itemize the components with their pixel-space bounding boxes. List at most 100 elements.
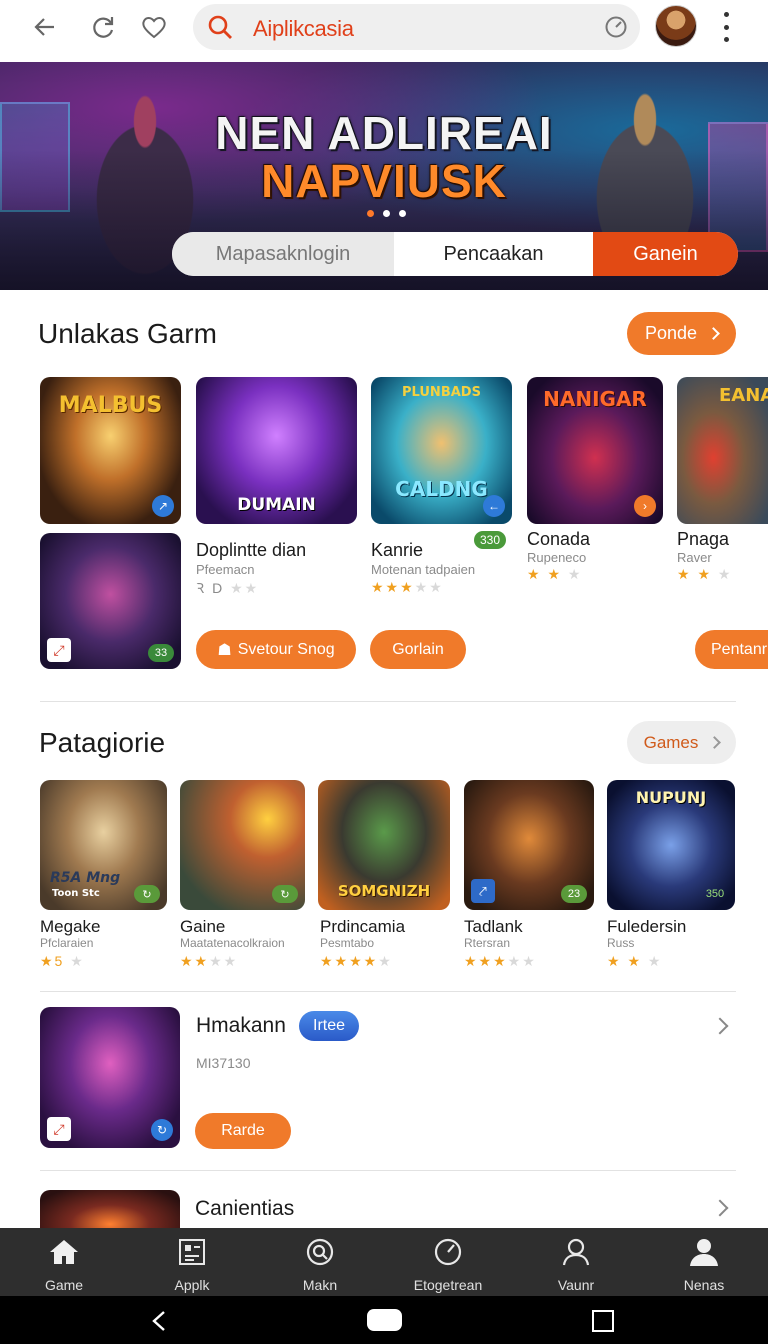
- hero-banner[interactable]: NEN ADLIREAI NAPVIUSK Mapasaknlogin Penc…: [0, 62, 768, 290]
- back-arrow-icon[interactable]: [28, 10, 62, 44]
- badge-icon: ←: [483, 495, 505, 517]
- badge-icon: ›: [634, 495, 656, 517]
- avatar[interactable]: [655, 5, 697, 47]
- segment-tab-3[interactable]: Ganein: [593, 232, 738, 276]
- chevron-right-icon: [708, 736, 722, 749]
- game-tile[interactable]: R5A Mng Toon Stc ↻: [40, 780, 167, 910]
- search-bar[interactable]: Aiplikcasia: [193, 4, 640, 50]
- game-title[interactable]: Pnaga: [677, 529, 729, 550]
- badge-icon: ↻: [272, 885, 298, 903]
- game-tile[interactable]: EANA: [677, 377, 768, 524]
- game-logo-text: SOMGNIZH: [337, 882, 431, 900]
- game-subtitle: Pfeemacn: [196, 562, 255, 577]
- nav-label: Etogetrean: [413, 1277, 483, 1293]
- game-subtitle: Russ: [607, 936, 635, 950]
- game-artwork: [40, 1190, 180, 1228]
- system-navigation-bar: [0, 1296, 768, 1344]
- badge-icon: ↻: [134, 885, 160, 903]
- more-vertical-icon[interactable]: [716, 12, 736, 42]
- rating-text: Ꝛ D: [196, 580, 225, 596]
- badge-icon: ↗: [152, 495, 174, 517]
- segment-tab-1[interactable]: Mapasaknlogin: [172, 232, 394, 276]
- nav-item-user[interactable]: Vaunr: [512, 1228, 640, 1296]
- divider: [40, 701, 736, 702]
- profile-icon: [688, 1238, 720, 1271]
- nav-item-categories[interactable]: Etogetrean: [384, 1228, 512, 1296]
- refresh-icon[interactable]: [86, 10, 120, 44]
- game-tile[interactable]: NANIGAR ›: [527, 377, 663, 524]
- game-tile[interactable]: ⤢ 33: [40, 533, 181, 669]
- row-title[interactable]: Canientias: [195, 1197, 294, 1221]
- heart-icon[interactable]: [137, 10, 171, 44]
- nav-label: Nenas: [683, 1277, 725, 1293]
- nav-item-apps[interactable]: Applk: [128, 1228, 256, 1296]
- section-action-button[interactable]: Ponde: [627, 312, 736, 355]
- rating-text: ★5: [40, 953, 65, 969]
- game-logo-text: R5A Mng: [50, 870, 121, 886]
- game-title[interactable]: Conada: [527, 529, 590, 550]
- game-tile[interactable]: DUMAIN: [196, 377, 357, 524]
- game-title[interactable]: Prdincamia: [320, 917, 405, 937]
- game-subtitle: Rupeneco: [527, 550, 587, 565]
- game-logo-text: NUPUNJ: [635, 788, 707, 807]
- banner-subheadline: NAPVIUSK: [261, 155, 507, 207]
- divider: [40, 991, 736, 992]
- carousel-dots[interactable]: [367, 210, 406, 217]
- section-action-button[interactable]: Games: [627, 721, 736, 764]
- game-subtitle: Maatatenacolkraion: [180, 936, 285, 950]
- nav-item-game[interactable]: Game: [0, 1228, 128, 1296]
- system-back-icon[interactable]: [150, 1310, 170, 1331]
- action-button[interactable]: Pentanr: [695, 630, 768, 669]
- nav-label: Vaunr: [557, 1277, 595, 1293]
- section-title: Unlakas Garm: [38, 318, 217, 349]
- nav-label: Game: [44, 1277, 84, 1293]
- game-tile[interactable]: [40, 1190, 180, 1228]
- game-tile[interactable]: SOMGNIZH: [318, 780, 450, 910]
- row-meta: MI37130: [196, 1055, 251, 1071]
- search-icon: [207, 14, 233, 45]
- game-subtitle: Raver: [677, 550, 712, 565]
- home-icon: [48, 1238, 80, 1271]
- game-tile[interactable]: NUPUNJ 350: [607, 780, 735, 910]
- game-title[interactable]: Megake: [40, 917, 100, 937]
- game-title[interactable]: Tadlank: [464, 917, 523, 937]
- game-tile[interactable]: ↻: [180, 780, 305, 910]
- timer-icon[interactable]: [604, 15, 628, 44]
- row-title[interactable]: Hmakann: [196, 1014, 286, 1038]
- rating-stars: ★ ★ ★: [527, 566, 583, 582]
- apps-icon: [177, 1238, 207, 1271]
- rating-stars: ★★★★: [180, 953, 239, 969]
- game-tile[interactable]: PLUNBADS CALDNG ←: [371, 377, 512, 524]
- user-icon: [561, 1238, 591, 1271]
- badge-count: 33: [148, 644, 174, 662]
- game-title[interactable]: Kanrie: [371, 540, 423, 561]
- app-corner-icon: ⤢: [47, 638, 71, 662]
- game-tile[interactable]: MALBUS ↗: [40, 377, 181, 524]
- count-badge: 330: [474, 531, 507, 549]
- nav-item-profile[interactable]: Nenas: [640, 1228, 768, 1296]
- chevron-right-icon[interactable]: [711, 1017, 729, 1035]
- system-recents-icon[interactable]: [592, 1310, 614, 1332]
- game-title[interactable]: Fuledersin: [607, 917, 686, 937]
- action-button[interactable]: Gorlain: [370, 630, 466, 669]
- nav-item-search[interactable]: Makn: [256, 1228, 384, 1296]
- search-circle-icon: [305, 1238, 335, 1271]
- rating-stars: ★★★★★: [371, 579, 444, 595]
- rating-stars: ★ ★ ★: [607, 953, 663, 969]
- game-title[interactable]: Doplintte dian: [196, 540, 306, 561]
- row-action-button[interactable]: Rarde: [195, 1113, 291, 1149]
- app-corner-icon: ⤤: [471, 879, 495, 903]
- game-tile[interactable]: ⤤ 23: [464, 780, 594, 910]
- badge-icon: ↻: [151, 1119, 173, 1141]
- nav-label: Applk: [174, 1277, 210, 1293]
- game-tile[interactable]: ⤢ ↻: [40, 1007, 180, 1148]
- chevron-right-icon[interactable]: [711, 1199, 729, 1217]
- section-action-label: Games: [643, 732, 699, 752]
- system-home-button[interactable]: [367, 1309, 402, 1331]
- segment-tab-2[interactable]: Pencaakan: [394, 232, 593, 276]
- search-input[interactable]: Aiplikcasia: [253, 16, 354, 42]
- game-title[interactable]: Gaine: [180, 917, 225, 937]
- banner-headline: NEN ADLIREAI: [215, 107, 553, 159]
- status-badge: Irtee: [299, 1011, 360, 1041]
- action-button[interactable]: ☗ Svetour Snog: [196, 630, 356, 669]
